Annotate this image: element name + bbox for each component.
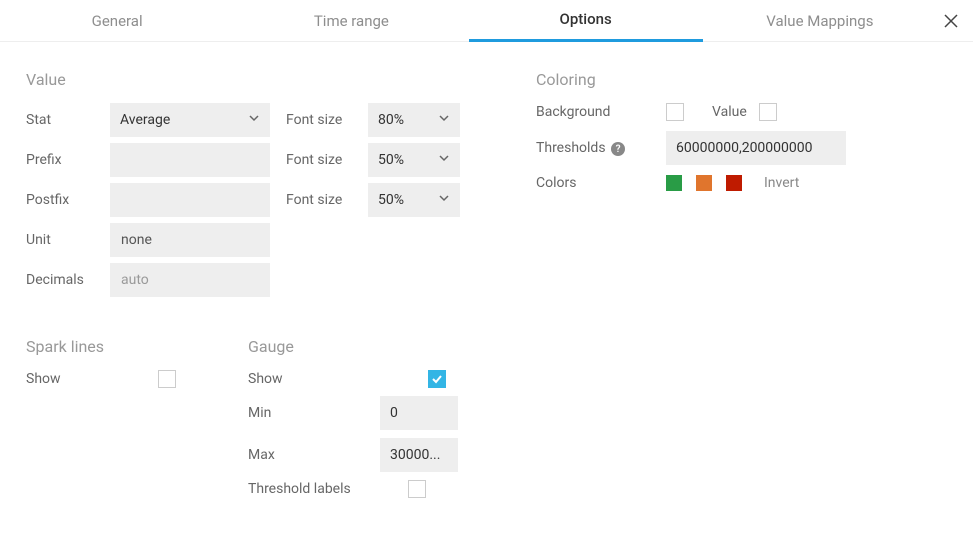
spark-show-label: Show [26,371,158,387]
gauge-show-checkbox[interactable] [428,370,446,388]
coloring-value-checkbox[interactable] [759,103,777,121]
stat-fontsize-select[interactable]: 80% [368,103,460,137]
stat-label: Stat [26,112,104,128]
coloring-background-label: Background [536,104,666,120]
prefix-fontsize-select[interactable]: 50% [368,143,460,177]
postfix-label: Postfix [26,192,104,208]
gauge-max-label: Max [248,447,380,463]
spark-show-checkbox[interactable] [158,370,176,388]
postfix-fontsize-label: Font size [286,192,362,208]
colors-label: Colors [536,175,666,191]
stat-fontsize-value: 80% [378,112,404,128]
chevron-down-icon [438,192,450,208]
coloring-background-checkbox[interactable] [666,103,684,121]
chevron-down-icon [248,112,260,128]
stat-select-value: Average [120,112,170,128]
value-section-title: Value [26,70,486,89]
prefix-label: Prefix [26,152,104,168]
gauge-min-label: Min [248,405,380,421]
decimals-input[interactable]: auto [110,263,270,297]
color-swatch-red[interactable] [726,175,742,191]
postfix-fontsize-select[interactable]: 50% [368,183,460,217]
invert-colors-button[interactable]: Invert [764,175,799,191]
stat-fontsize-label: Font size [286,112,362,128]
decimals-label: Decimals [26,272,104,288]
prefix-fontsize-value: 50% [378,152,404,168]
prefix-input[interactable] [110,143,270,177]
gauge-min-input[interactable]: 0 [380,396,458,430]
gauge-max-input[interactable]: 30000... [380,438,458,472]
coloring-section-title: Coloring [536,70,956,89]
sparklines-section-title: Spark lines [26,337,208,356]
color-swatch-green[interactable] [666,175,682,191]
gauge-show-label: Show [248,371,428,387]
stat-select[interactable]: Average [110,103,270,137]
prefix-fontsize-label: Font size [286,152,362,168]
thresholds-input[interactable]: 60000000,200000000 [666,131,846,165]
decimals-placeholder: auto [121,272,149,288]
coloring-value-label: Value [712,104,747,120]
postfix-fontsize-value: 50% [378,192,404,208]
tab-options[interactable]: Options [469,0,703,42]
panel-body: Value Stat Average Font size 80% Prefix … [0,42,973,506]
gauge-threshold-labels-checkbox[interactable] [408,480,426,498]
close-icon[interactable] [937,7,965,35]
tab-value-mappings[interactable]: Value Mappings [703,1,937,41]
chevron-down-icon [438,152,450,168]
chevron-down-icon [438,112,450,128]
tab-general[interactable]: General [0,1,234,41]
gauge-section-title: Gauge [248,337,472,356]
tab-time-range[interactable]: Time range [234,1,468,41]
color-swatch-orange[interactable] [696,175,712,191]
postfix-input[interactable] [110,183,270,217]
thresholds-label: Thresholds ? [536,140,666,157]
unit-value: none [121,232,152,248]
editor-tabbar: General Time range Options Value Mapping… [0,0,973,42]
gauge-threshold-labels-label: Threshold labels [248,481,408,497]
unit-input[interactable]: none [110,223,270,257]
help-icon[interactable]: ? [611,142,625,156]
unit-label: Unit [26,232,104,248]
